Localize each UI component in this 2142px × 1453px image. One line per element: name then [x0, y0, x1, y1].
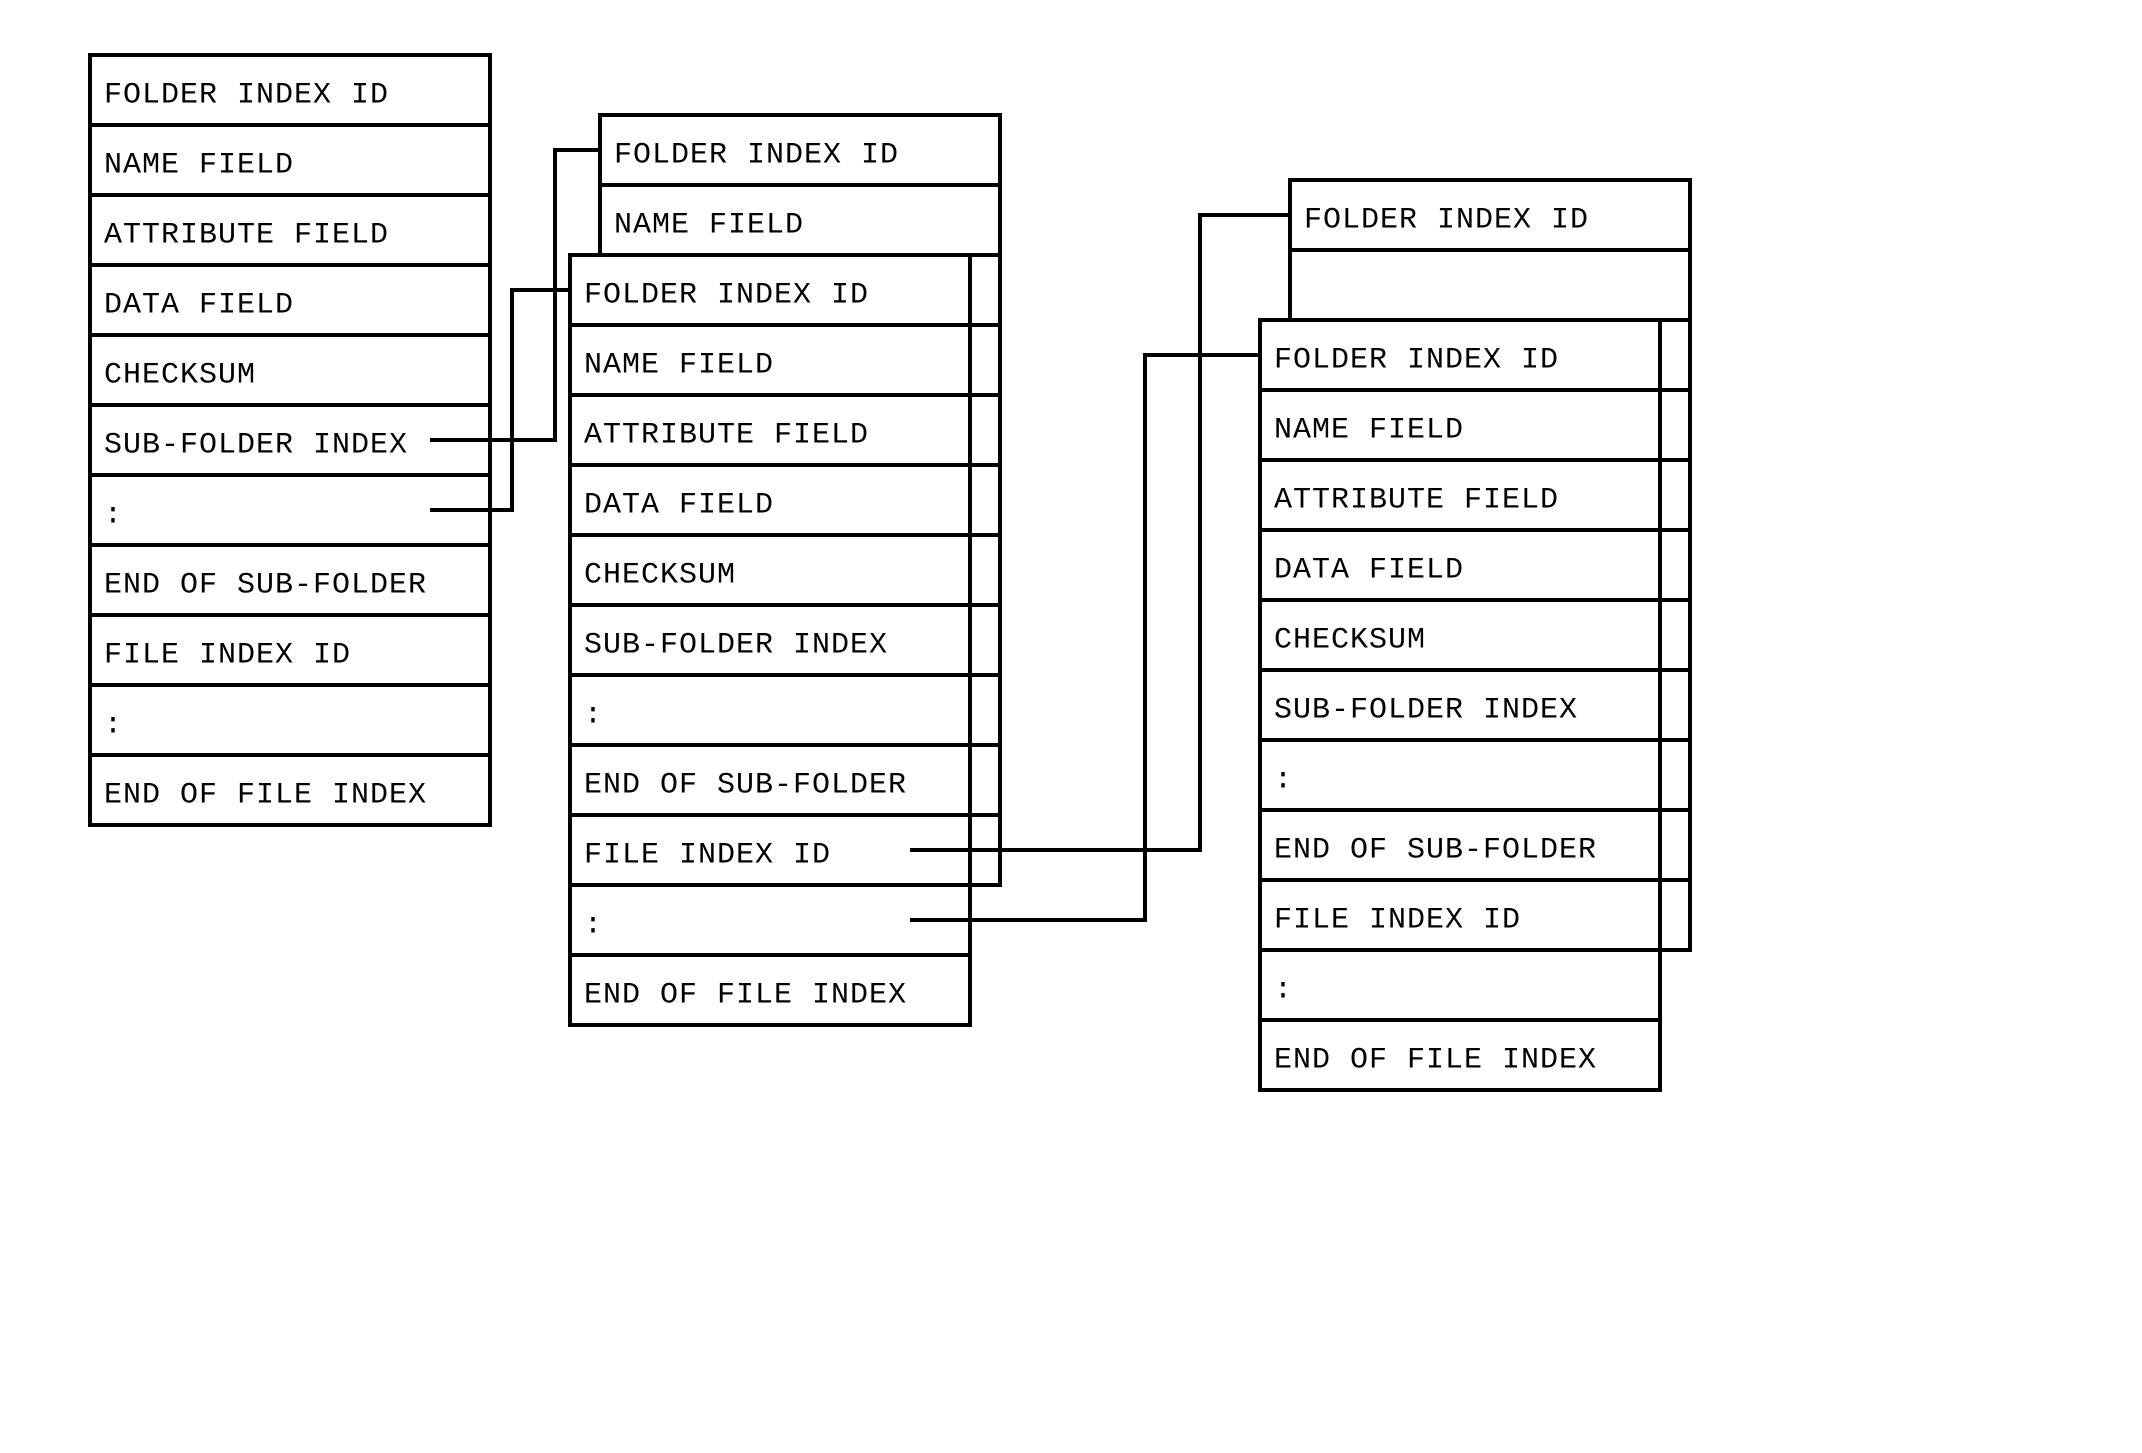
level1-sub_folder_index: SUB-FOLDER INDEX [104, 429, 408, 463]
level1-folder_index_id: FOLDER INDEX ID [104, 79, 389, 113]
level2-front-end_of_sub_folder: END OF SUB-FOLDER [584, 769, 907, 803]
level2-front-attribute_field: ATTRIBUTE FIELD [584, 419, 869, 453]
level1-file_index_id: FILE INDEX ID [104, 639, 351, 673]
level1-attribute_field: ATTRIBUTE FIELD [104, 219, 389, 253]
level2-front-file_index_more: : [584, 909, 603, 943]
level3-front-name_field: NAME FIELD [1274, 414, 1464, 448]
level3-front-end_of_file_index: END OF FILE INDEX [1274, 1044, 1597, 1078]
level2-back-folder_index_id: FOLDER INDEX ID [614, 139, 899, 173]
level1-checksum: CHECKSUM [104, 359, 256, 393]
level2-front-checksum: CHECKSUM [584, 559, 736, 593]
level3-front-file_index_more: : [1274, 974, 1293, 1008]
level3-front-end_of_sub_folder: END OF SUB-FOLDER [1274, 834, 1597, 868]
level1-sub_folder_more: : [104, 499, 123, 533]
level3-front-file_index_id: FILE INDEX ID [1274, 904, 1521, 938]
level3-front-sub_folder_more: : [1274, 764, 1293, 798]
level1-end_of_file_index: END OF FILE INDEX [104, 779, 427, 813]
level2-front-end_of_file_index: END OF FILE INDEX [584, 979, 907, 1013]
level3-front-attribute_field: ATTRIBUTE FIELD [1274, 484, 1559, 518]
level3-front-checksum: CHECKSUM [1274, 624, 1426, 658]
level2-front-name_field: NAME FIELD [584, 349, 774, 383]
level2-front-file_index_id: FILE INDEX ID [584, 839, 831, 873]
level3-back-folder_index_id: FOLDER INDEX ID [1304, 204, 1589, 238]
level2-front-sub_folder_more: : [584, 699, 603, 733]
level2-back-name_field: NAME FIELD [614, 209, 804, 243]
level1-end_of_sub_folder: END OF SUB-FOLDER [104, 569, 427, 603]
level2-front-folder_index_id: FOLDER INDEX ID [584, 279, 869, 313]
level3-front-sub_folder_index: SUB-FOLDER INDEX [1274, 694, 1578, 728]
level2-front-sub_folder_index: SUB-FOLDER INDEX [584, 629, 888, 663]
level3-front-folder_index_id: FOLDER INDEX ID [1274, 344, 1559, 378]
level1-name_field: NAME FIELD [104, 149, 294, 183]
level1-data_field: DATA FIELD [104, 289, 294, 323]
level1-file_index_more: : [104, 709, 123, 743]
level3-front-data_field: DATA FIELD [1274, 554, 1464, 588]
level2-front-data_field: DATA FIELD [584, 489, 774, 523]
